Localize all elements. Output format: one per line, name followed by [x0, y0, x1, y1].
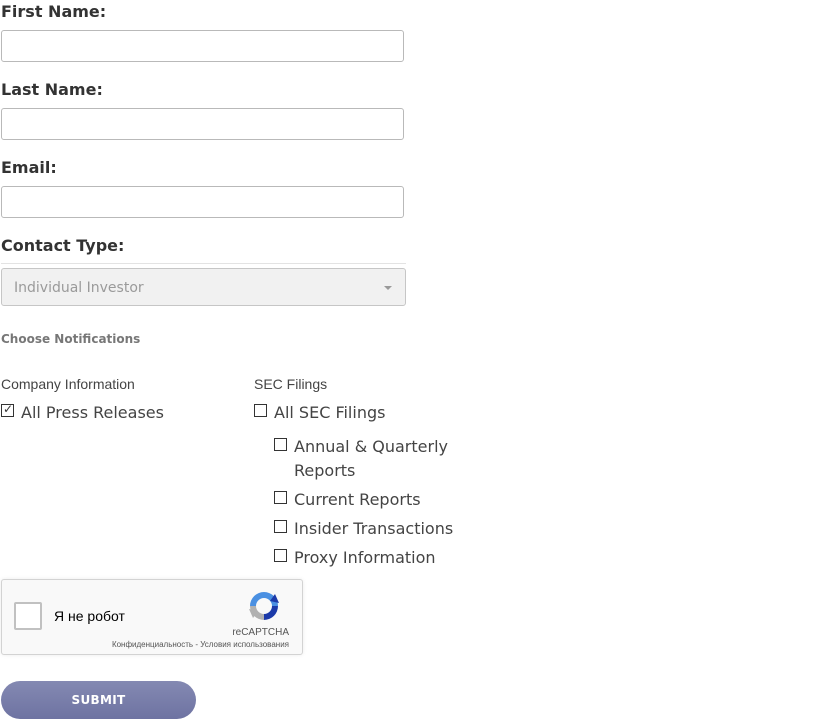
recaptcha-widget: Я не робот reCAPTCHA Конфиденциальность …: [1, 579, 303, 655]
recaptcha-brand: reCAPTCHA: [232, 627, 289, 638]
choose-notifications-heading: Choose Notifications: [1, 332, 141, 346]
recaptcha-icon: [249, 592, 279, 620]
insider-transactions-checkbox[interactable]: [274, 520, 287, 533]
email-input[interactable]: [1, 186, 404, 218]
contact-type-label: Contact Type:: [1, 236, 125, 255]
first-name-label: First Name:: [1, 2, 107, 21]
first-name-input[interactable]: [1, 30, 404, 62]
email-label: Email:: [1, 158, 57, 177]
email-alerts-form: First Name: Last Name: Email: Contact Ty…: [0, 0, 840, 724]
proxy-information-checkbox[interactable]: [274, 549, 287, 562]
all-sec-filings-label: All SEC Filings: [274, 403, 386, 422]
recaptcha-links: Конфиденциальность - Условия использован…: [112, 640, 289, 650]
insider-transactions-label: Insider Transactions: [294, 519, 454, 538]
submit-button[interactable]: SUBMIT: [1, 681, 196, 719]
recaptcha-checkbox[interactable]: [14, 602, 42, 630]
caret-down-icon: [384, 286, 392, 290]
company-information-heading: Company Information: [1, 376, 135, 392]
all-press-releases-label: All Press Releases: [21, 403, 164, 422]
all-sec-filings-checkbox[interactable]: [254, 404, 267, 417]
annual-quarterly-reports-checkbox[interactable]: [274, 438, 287, 451]
check-mark-icon: ✓: [3, 402, 14, 416]
recaptcha-terms-link[interactable]: Условия использования: [200, 640, 289, 649]
contact-type-select[interactable]: Individual Investor: [1, 268, 406, 306]
contact-type-selected-value: Individual Investor: [14, 280, 144, 296]
sec-filings-heading: SEC Filings: [254, 376, 328, 392]
annual-quarterly-reports-label: Annual & Quarterly Reports: [294, 437, 448, 480]
contact-type-field: Individual Investor: [1, 263, 406, 306]
last-name-input[interactable]: [1, 108, 404, 140]
last-name-label: Last Name:: [1, 80, 103, 99]
divider: [1, 263, 406, 264]
recaptcha-privacy-link[interactable]: Конфиденциальность: [112, 640, 193, 649]
current-reports-checkbox[interactable]: [274, 491, 287, 504]
all-press-releases-checkbox[interactable]: ✓: [1, 402, 14, 417]
recaptcha-label: Я не робот: [54, 608, 125, 624]
current-reports-label: Current Reports: [294, 490, 421, 509]
proxy-information-label: Proxy Information: [294, 548, 436, 567]
